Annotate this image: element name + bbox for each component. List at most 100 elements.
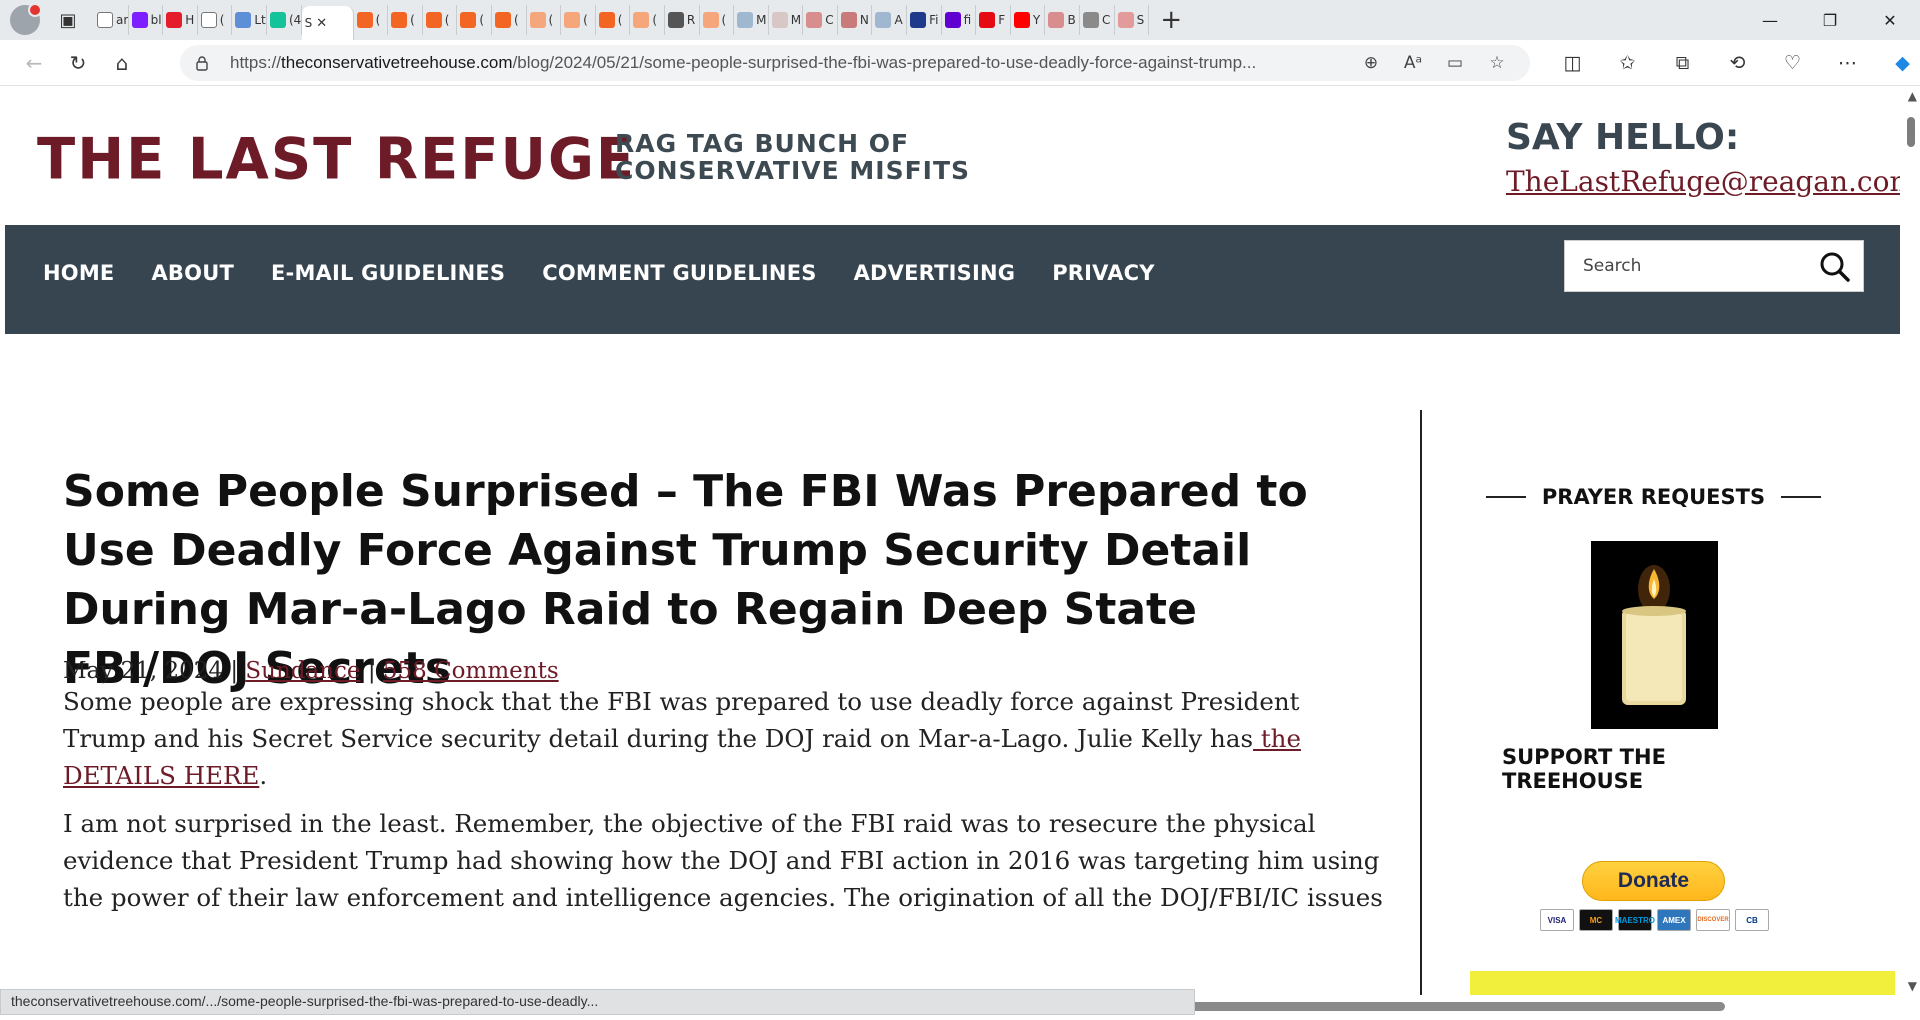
nav-email-guidelines[interactable]: E-MAIL GUIDELINES (271, 261, 505, 285)
history-icon[interactable]: ⟲ (1710, 45, 1765, 81)
home-button[interactable]: ⌂ (100, 45, 144, 81)
profile-avatar[interactable] (10, 3, 42, 35)
url-text[interactable]: https://theconservativetreehouse.com/blo… (230, 53, 1350, 73)
close-window-button[interactable]: ✕ (1860, 0, 1920, 40)
browser-tab[interactable]: ( (527, 5, 562, 35)
favorites-icon[interactable]: ✩ (1600, 45, 1655, 81)
browser-tab[interactable]: B (1045, 5, 1081, 35)
browser-tab[interactable]: F (976, 5, 1011, 35)
browser-tab[interactable]: Fi (907, 5, 942, 35)
tab-label: M (790, 13, 802, 27)
address-bar[interactable]: https://theconservativetreehouse.com/blo… (180, 45, 1530, 81)
candle-image[interactable] (1591, 541, 1718, 729)
browser-tab[interactable]: H (163, 5, 198, 35)
youtube-icon (1013, 12, 1030, 28)
nav-advertising[interactable]: ADVERTISING (854, 261, 1016, 285)
paragraph-end: . (259, 761, 268, 790)
tab-label: Lt (254, 13, 266, 27)
browser-tab[interactable]: ( (561, 5, 596, 35)
nav-about[interactable]: ABOUT (151, 261, 234, 285)
tab-label: (4 (288, 13, 302, 27)
refresh-button[interactable]: ↻ (56, 45, 100, 81)
zoom-icon[interactable]: ⊕ (1350, 47, 1392, 79)
browser-tab[interactable]: ( (596, 5, 631, 35)
active-tab-label: S (304, 16, 313, 30)
site-logo[interactable]: THE LAST REFUGE (37, 126, 636, 192)
tab-label: ( (513, 13, 519, 27)
say-hello-heading: SAY HELLO: (1506, 117, 1740, 158)
browser-tab[interactable]: C (1080, 5, 1115, 35)
active-tab[interactable]: S ✕ (301, 6, 354, 40)
browser-tab[interactable]: ( (700, 5, 735, 35)
payment-card-logos: VISA MC MAESTRO AMEX DISCOVER CB (1540, 909, 1774, 931)
browser-tab[interactable]: fi (942, 5, 977, 35)
browser-tab[interactable]: R (665, 5, 700, 35)
browser-tab[interactable]: Y (1011, 5, 1046, 35)
nav-home[interactable]: HOME (43, 261, 114, 285)
number-5-icon (235, 12, 252, 28)
browser-tab[interactable]: S (1115, 5, 1150, 35)
author-link[interactable]: Sundance (245, 658, 360, 684)
youtube-icon (1117, 12, 1134, 28)
comments-link[interactable]: 558 Comments (383, 658, 559, 684)
more-options-icon[interactable]: ⋯ (1820, 45, 1875, 81)
tagline-line-1: RAG TAG BUNCH OF (615, 129, 910, 158)
tab-label: S (1136, 13, 1145, 27)
browser-tab[interactable]: ( (457, 5, 492, 35)
read-aloud-icon[interactable]: Aᵃ (1392, 47, 1434, 79)
browser-tab[interactable]: ( (630, 5, 665, 35)
new-tab-button[interactable]: + (1153, 4, 1189, 36)
restore-button[interactable]: ❐ (1800, 0, 1860, 40)
lock-icon[interactable] (194, 55, 210, 71)
contact-email-link[interactable]: TheLastRefuge@reagan.com (1506, 165, 1900, 198)
collections-icon[interactable]: ⧉ (1655, 45, 1710, 81)
rss-icon (564, 12, 581, 28)
cb-card-logo: CB (1735, 909, 1769, 931)
performance-icon[interactable]: ♡ (1765, 45, 1820, 81)
browser-tab[interactable]: N (838, 5, 873, 35)
browser-tab[interactable]: bl (129, 5, 164, 35)
search-input[interactable] (1583, 256, 1813, 276)
back-button[interactable]: ← (12, 45, 56, 81)
browser-tab[interactable]: Lt (232, 5, 267, 35)
donate-button[interactable]: Donate (1582, 861, 1725, 901)
article-date: May 21, 2024 (63, 658, 223, 684)
browser-tab[interactable]: ( (354, 5, 389, 35)
scroll-down-arrow-icon[interactable]: ▼ (1908, 979, 1917, 993)
nav-privacy[interactable]: PRIVACY (1052, 261, 1154, 285)
browser-tab[interactable]: ( (492, 5, 527, 35)
scroll-up-arrow-icon[interactable]: ▲ (1908, 89, 1917, 103)
maestro-card-logo: MAESTRO (1615, 909, 1655, 931)
tab-label: A (894, 13, 903, 27)
browser-tab[interactable]: M (769, 5, 804, 35)
search-icon[interactable] (1819, 251, 1851, 283)
browser-tab[interactable]: M (734, 5, 769, 35)
rss-icon (356, 12, 373, 28)
r-icon (840, 12, 857, 28)
vertical-scroll-thumb[interactable] (1907, 117, 1915, 147)
tab-label: N (859, 13, 869, 27)
browser-tab[interactable]: A (872, 5, 908, 35)
browser-tab[interactable]: ar (94, 5, 129, 35)
nav-comment-guidelines[interactable]: COMMENT GUIDELINES (542, 261, 816, 285)
toolbar-actions: ◫ ✩ ⧉ ⟲ ♡ ⋯ ◆ (1545, 45, 1920, 81)
favorite-star-icon[interactable]: ☆ (1476, 47, 1518, 79)
tab-label: ( (652, 13, 657, 27)
search-box (1564, 240, 1864, 292)
browser-tab[interactable]: C (803, 5, 838, 35)
immersive-reader-icon[interactable]: ▭ (1434, 47, 1476, 79)
minimize-button[interactable]: — (1740, 0, 1800, 40)
tab-actions-icon[interactable]: ▣ (50, 4, 86, 36)
tab-label: ( (219, 13, 225, 27)
split-screen-icon[interactable]: ◫ (1545, 45, 1600, 81)
vertical-scrollbar[interactable]: ▲ ▼ (1900, 87, 1920, 995)
browser-tab[interactable]: ( (388, 5, 423, 35)
browser-tab[interactable]: ( (423, 5, 458, 35)
x-icon (667, 12, 684, 28)
copilot-icon[interactable]: ◆ (1875, 45, 1920, 81)
close-tab-icon[interactable]: ✕ (316, 16, 327, 31)
browser-tab[interactable]: (4 (267, 5, 302, 35)
sidebar-banner[interactable] (1470, 971, 1895, 995)
paragraph-text: Some people are expressing shock that th… (63, 687, 1300, 753)
browser-tab[interactable]: ( (198, 5, 233, 35)
